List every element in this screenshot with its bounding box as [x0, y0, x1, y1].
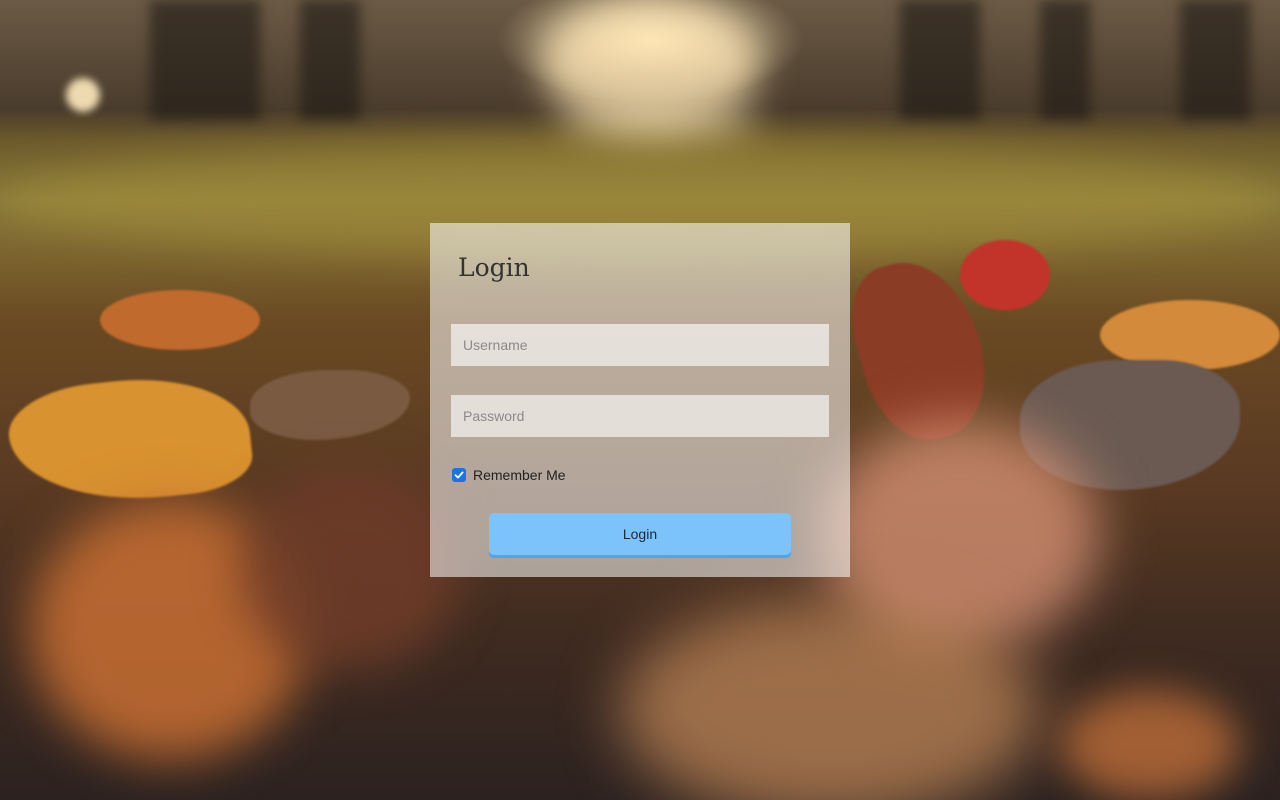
- blurred-leaf: [240, 470, 460, 670]
- username-input[interactable]: [451, 324, 829, 366]
- tree-trunk: [900, 0, 980, 120]
- login-title: Login: [458, 253, 530, 282]
- tree-trunk: [300, 0, 360, 120]
- light-bokeh: [66, 78, 100, 112]
- password-input[interactable]: [451, 395, 829, 437]
- leaf: [250, 370, 410, 440]
- login-button[interactable]: Login: [489, 513, 791, 555]
- blurred-leaf: [1060, 690, 1240, 800]
- remember-me-checkbox[interactable]: [452, 468, 466, 482]
- checkmark-icon: [454, 471, 464, 479]
- tree-trunk: [1180, 0, 1250, 120]
- remember-me-option[interactable]: Remember Me: [451, 467, 566, 483]
- tree-trunk: [150, 0, 260, 120]
- leaf: [100, 290, 260, 350]
- tree-trunk: [1040, 0, 1090, 120]
- leaf: [960, 240, 1050, 310]
- leaf: [4, 367, 256, 513]
- login-panel: Login Remember Me Login: [430, 223, 850, 577]
- remember-me-label: Remember Me: [473, 467, 566, 483]
- sunlit-path: [560, 108, 760, 138]
